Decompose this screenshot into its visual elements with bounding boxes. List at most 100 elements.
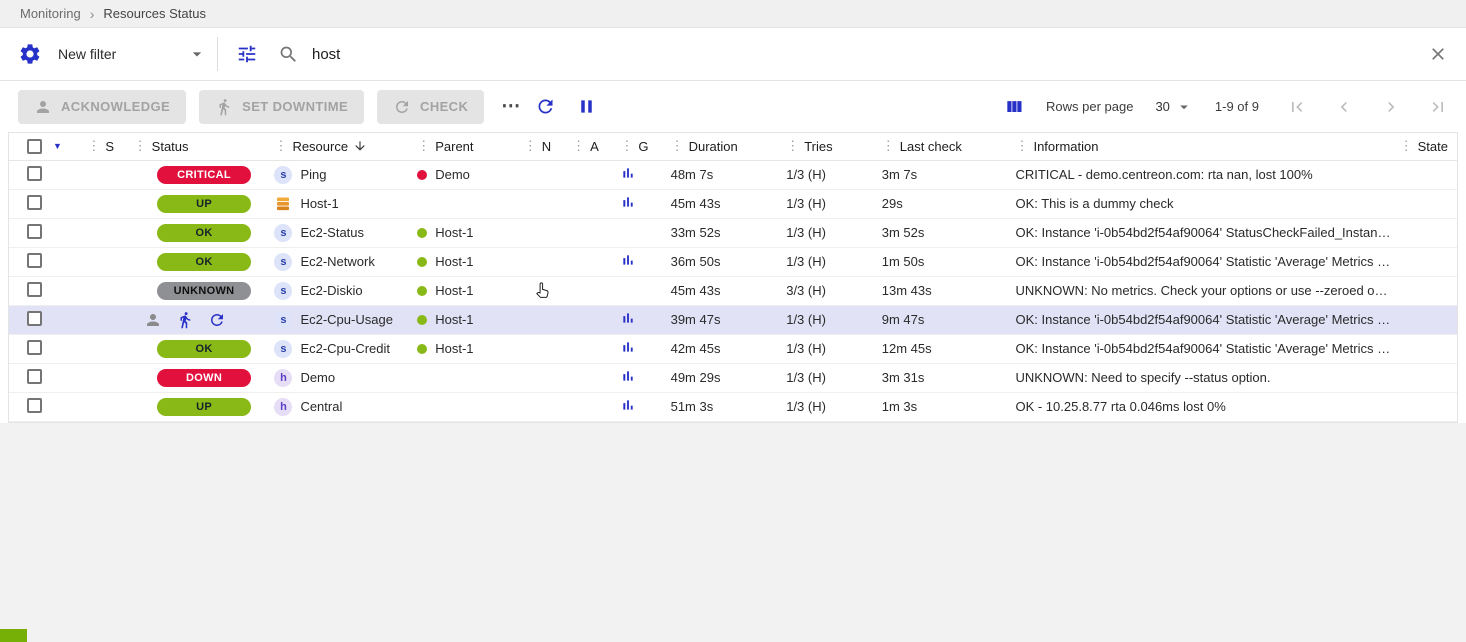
column-header-g[interactable]: ⋮G [620,133,670,160]
information-value: CRITICAL - demo.centreon.com: rta nan, l… [1015,160,1399,189]
column-header-last-check[interactable]: ⋮Last check [882,133,1016,160]
sort-caret-icon[interactable]: ▼ [53,141,62,151]
column-header-status[interactable]: ⋮Status [134,133,275,160]
resources-table-container: ▼ ⋮S ⋮Status ⋮Resource ⋮Parent ⋮N ⋮A ⋮G … [8,132,1458,423]
graph-icon[interactable] [620,339,636,355]
column-header-select[interactable]: ▼ [9,133,87,160]
table-row[interactable]: UPHost-145m 43s1/3 (H)29sOK: This is a d… [9,189,1457,218]
set-downtime-icon[interactable] [176,311,194,329]
resource-name: Ec2-Diskio [300,283,362,298]
table-row[interactable]: OKsEc2-Cpu-CreditHost-142m 45s1/3 (H)12m… [9,334,1457,363]
column-header-tries[interactable]: ⋮Tries [786,133,882,160]
drag-handle-icon[interactable]: ⋮ [620,138,633,154]
graph-icon[interactable] [620,397,636,413]
row-checkbox[interactable] [27,340,42,355]
service-icon: s [274,224,292,242]
drag-handle-icon[interactable]: ⋮ [417,138,430,154]
last-page-icon[interactable] [1428,97,1448,117]
chevron-left-icon[interactable] [1334,97,1354,117]
acknowledge-button[interactable]: ACKNOWLEDGE [18,90,186,124]
drag-handle-icon[interactable]: ⋮ [274,138,287,154]
set-downtime-button[interactable]: SET DOWNTIME [199,90,364,124]
columns-icon[interactable] [1004,97,1024,117]
drag-handle-icon[interactable]: ⋮ [786,138,799,154]
service-icon: s [274,340,292,358]
column-header-a[interactable]: ⋮A [572,133,620,160]
check-button[interactable]: CHECK [377,90,484,124]
tries-value: 1/3 (H) [786,305,882,334]
table-row[interactable]: DOWNhDemo49m 29s1/3 (H)3m 31sUNKNOWN: Ne… [9,363,1457,392]
column-header-state[interactable]: ⋮State [1400,133,1457,160]
service-icon: s [274,253,292,271]
table-row[interactable]: CRITICALsPingDemo48m 7s1/3 (H)3m 7sCRITI… [9,160,1457,189]
row-checkbox[interactable] [27,253,42,268]
first-page-icon[interactable] [1287,97,1307,117]
check-button-label: CHECK [420,99,468,114]
column-header-n[interactable]: ⋮N [524,133,572,160]
row-checkbox[interactable] [27,166,42,181]
table-row[interactable]: OKsEc2-StatusHost-133m 52s1/3 (H)3m 52sO… [9,218,1457,247]
clear-search-icon[interactable] [1428,44,1448,64]
breadcrumb-separator-icon: › [90,6,95,22]
drag-handle-icon[interactable]: ⋮ [1015,138,1028,154]
drag-handle-icon[interactable]: ⋮ [882,138,895,154]
graph-icon[interactable] [620,252,636,268]
graph-icon[interactable] [620,165,636,181]
service-icon: s [274,311,292,329]
chevron-down-icon [187,44,207,64]
breadcrumb: Monitoring › Resources Status [0,0,1466,28]
last-check-value: 1m 50s [882,247,1016,276]
duration-value: 39m 47s [671,305,787,334]
row-checkbox[interactable] [27,369,42,384]
information-value: OK: Instance 'i-0b54bd2f54af90064' Stati… [1015,305,1399,334]
row-checkbox[interactable] [27,224,42,239]
corner-widget[interactable] [0,629,27,642]
pause-icon[interactable] [576,96,597,117]
gear-icon[interactable] [18,42,42,66]
drag-handle-icon[interactable]: ⋮ [87,138,100,154]
table-row[interactable]: UNKNOWNsEc2-DiskioHost-145m 43s3/3 (H)13… [9,276,1457,305]
filter-select[interactable]: New filter [58,37,218,71]
column-header-s[interactable]: ⋮S [87,133,133,160]
chevron-right-icon[interactable] [1381,97,1401,117]
tries-value: 3/3 (H) [786,276,882,305]
drag-handle-icon[interactable]: ⋮ [524,138,537,154]
last-check-value: 29s [882,189,1016,218]
row-checkbox[interactable] [27,282,42,297]
column-header-duration[interactable]: ⋮Duration [671,133,787,160]
check-icon[interactable] [208,311,226,329]
graph-icon[interactable] [620,368,636,384]
row-checkbox[interactable] [27,311,42,326]
table-row[interactable]: sEc2-Cpu-UsageHost-139m 47s1/3 (H)9m 47s… [9,305,1457,334]
refresh-icon[interactable] [535,96,556,117]
rows-per-page-select[interactable]: 30 [1155,98,1192,116]
parent-name: Demo [435,167,470,182]
tries-value: 1/3 (H) [786,218,882,247]
drag-handle-icon[interactable]: ⋮ [671,138,684,154]
column-header-information[interactable]: ⋮Information [1015,133,1399,160]
table-row[interactable]: OKsEc2-NetworkHost-136m 50s1/3 (H)1m 50s… [9,247,1457,276]
tune-icon[interactable] [236,43,258,65]
acknowledge-icon[interactable] [144,311,162,329]
breadcrumb-item-resources-status[interactable]: Resources Status [103,6,206,21]
row-checkbox[interactable] [27,195,42,210]
last-check-value: 3m 31s [882,363,1016,392]
column-header-resource[interactable]: ⋮Resource [274,133,417,160]
table-row[interactable]: UPhCentral51m 3s1/3 (H)1m 3sOK - 10.25.8… [9,392,1457,421]
drag-handle-icon[interactable]: ⋮ [572,138,585,154]
drag-handle-icon[interactable]: ⋮ [1400,138,1413,154]
drag-handle-icon[interactable]: ⋮ [134,138,147,154]
status-badge: OK [157,224,251,242]
graph-icon[interactable] [620,194,636,210]
toolbar: ACKNOWLEDGE SET DOWNTIME CHECK ⋯ Rows pe… [0,81,1466,132]
breadcrumb-item-monitoring[interactable]: Monitoring [20,6,81,21]
more-actions-button[interactable]: ⋯ [501,95,521,118]
select-all-checkbox[interactable] [27,139,42,154]
resource-name: Ec2-Cpu-Usage [300,312,393,327]
column-header-parent[interactable]: ⋮Parent [417,133,524,160]
resources-table: ▼ ⋮S ⋮Status ⋮Resource ⋮Parent ⋮N ⋮A ⋮G … [9,133,1457,422]
search-input[interactable] [312,46,1428,63]
graph-icon[interactable] [620,310,636,326]
sort-arrow-down-icon[interactable] [353,139,367,153]
row-checkbox[interactable] [27,398,42,413]
